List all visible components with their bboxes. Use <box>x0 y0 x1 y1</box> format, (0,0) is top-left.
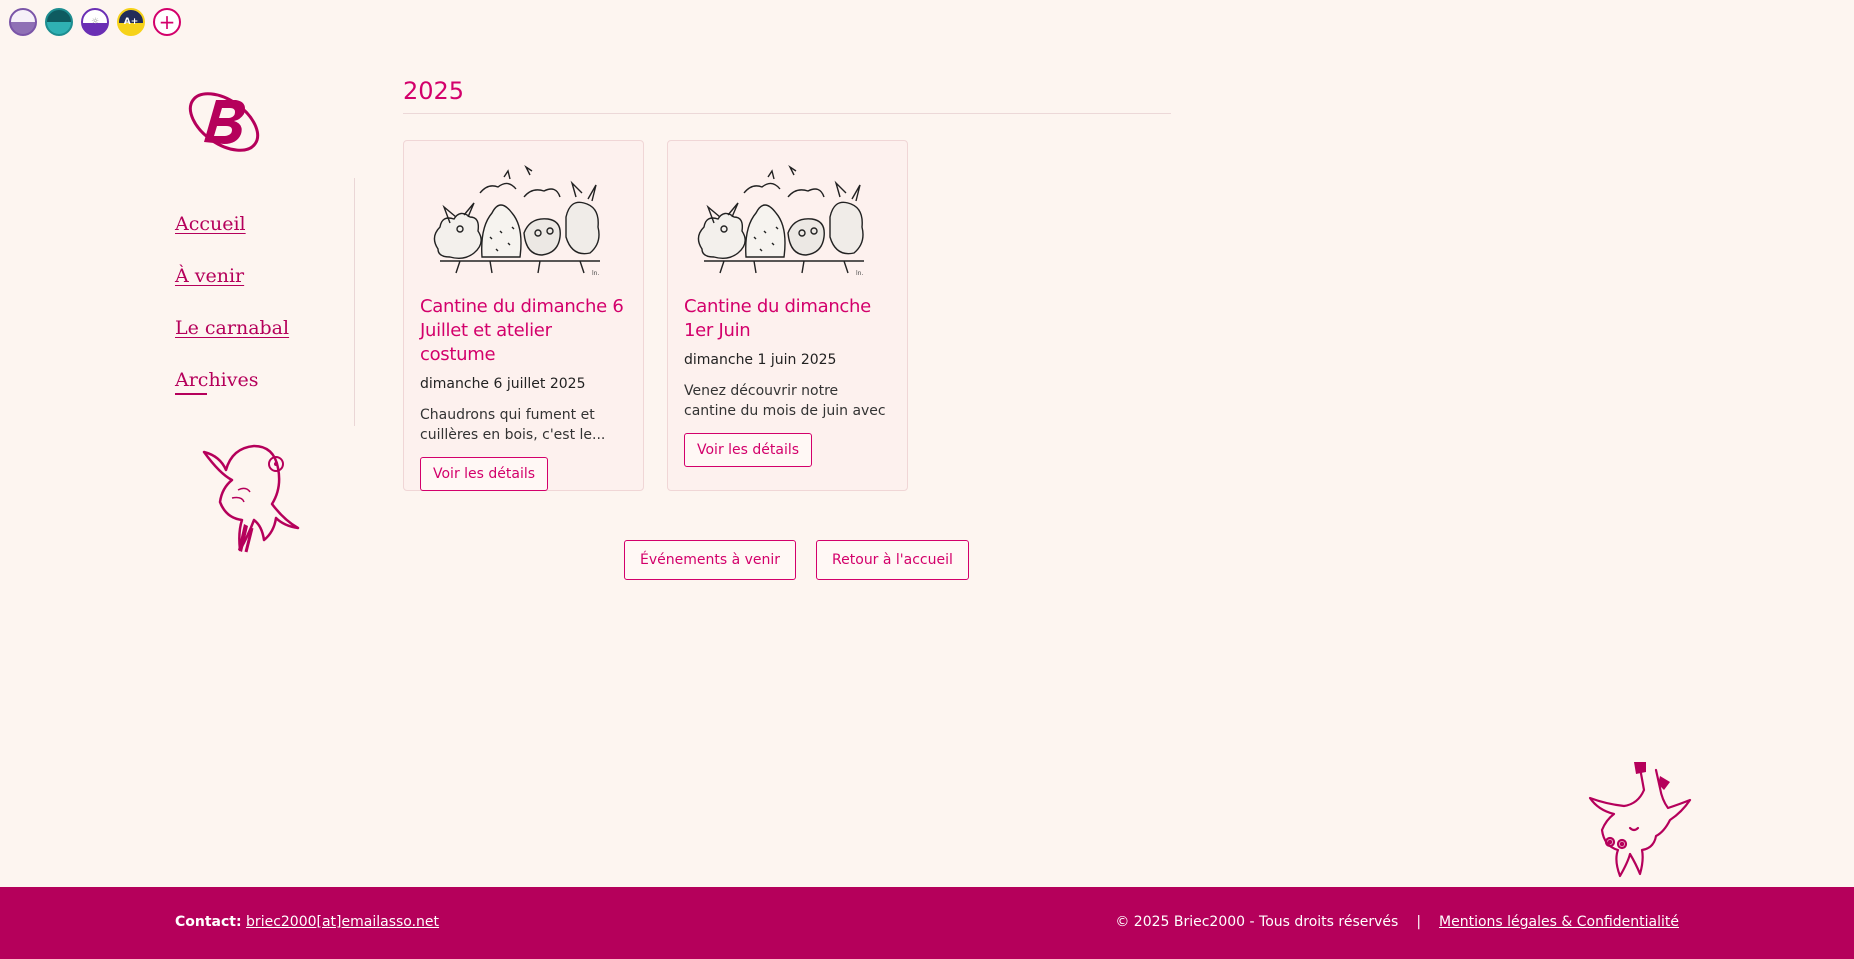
nav-item-archives[interactable]: Archives <box>175 368 354 395</box>
sidebar-nav: Accueil À venir Le carnabal Archives <box>175 178 355 426</box>
nav-item-le-carnabal[interactable]: Le carnabal <box>175 316 354 341</box>
page-actions: Événements à venir Retour à l'accueil <box>624 540 969 580</box>
contact-label: Contact: <box>175 914 242 930</box>
year-heading: 2025 <box>403 77 1171 114</box>
back-home-button[interactable]: Retour à l'accueil <box>816 540 969 580</box>
event-illustration: ln. <box>433 164 600 277</box>
upside-down-creature-illustration <box>1588 762 1692 878</box>
footer-separator: | <box>1416 914 1422 930</box>
bird-mascot-illustration <box>202 444 300 553</box>
event-illustration: ln. <box>697 164 864 277</box>
view-details-button[interactable]: Voir les détails <box>684 433 813 467</box>
theme-light-purple-button[interactable] <box>9 8 37 36</box>
site-logo[interactable] <box>184 82 266 162</box>
site-footer: Contact: briec2000[at]emailasso.net © 20… <box>0 887 1854 959</box>
svg-text:ln.: ln. <box>856 270 863 277</box>
event-excerpt: Chaudrons qui fument et cuillères en boi… <box>420 407 606 443</box>
event-card: ln. Cantine du dimanche 1er Juin dimanch… <box>667 140 908 491</box>
view-details-button[interactable]: Voir les détails <box>420 457 549 491</box>
legal-link[interactable]: Mentions légales & Confidentialité <box>1439 914 1679 930</box>
event-excerpt: Venez découvrir notre cantine du mois de… <box>684 383 886 419</box>
event-date: dimanche 1 juin 2025 <box>684 352 837 368</box>
event-title[interactable]: Cantine du dimanche 1er Juin <box>684 295 891 343</box>
theme-violet-button[interactable]: ☼ <box>81 8 109 36</box>
theme-teal-button[interactable] <box>45 8 73 36</box>
copyright-text: © 2025 Briec2000 - Tous droits réservés <box>1115 914 1399 930</box>
nav-item-accueil[interactable]: Accueil <box>175 212 354 237</box>
event-date: dimanche 6 juillet 2025 <box>420 376 586 392</box>
svg-text:ln.: ln. <box>592 270 599 277</box>
theme-high-contrast-button[interactable]: A+ <box>117 8 145 36</box>
event-title[interactable]: Cantine du dimanche 6 Juillet et atelier… <box>420 295 627 367</box>
theme-add-button[interactable]: + <box>153 8 181 36</box>
footer-contact: Contact: briec2000[at]emailasso.net <box>175 914 439 930</box>
upcoming-events-button[interactable]: Événements à venir <box>624 540 797 580</box>
event-card: ln. Cantine du dimanche 6 Juillet et ate… <box>403 140 644 491</box>
sun-icon: ☼ <box>90 17 100 27</box>
theme-switcher: ☼ A+ + <box>9 8 181 36</box>
contact-email-link[interactable]: briec2000[at]emailasso.net <box>246 914 439 930</box>
footer-legal: © 2025 Briec2000 - Tous droits réservés … <box>1115 914 1679 930</box>
nav-item-a-venir[interactable]: À venir <box>175 264 354 289</box>
